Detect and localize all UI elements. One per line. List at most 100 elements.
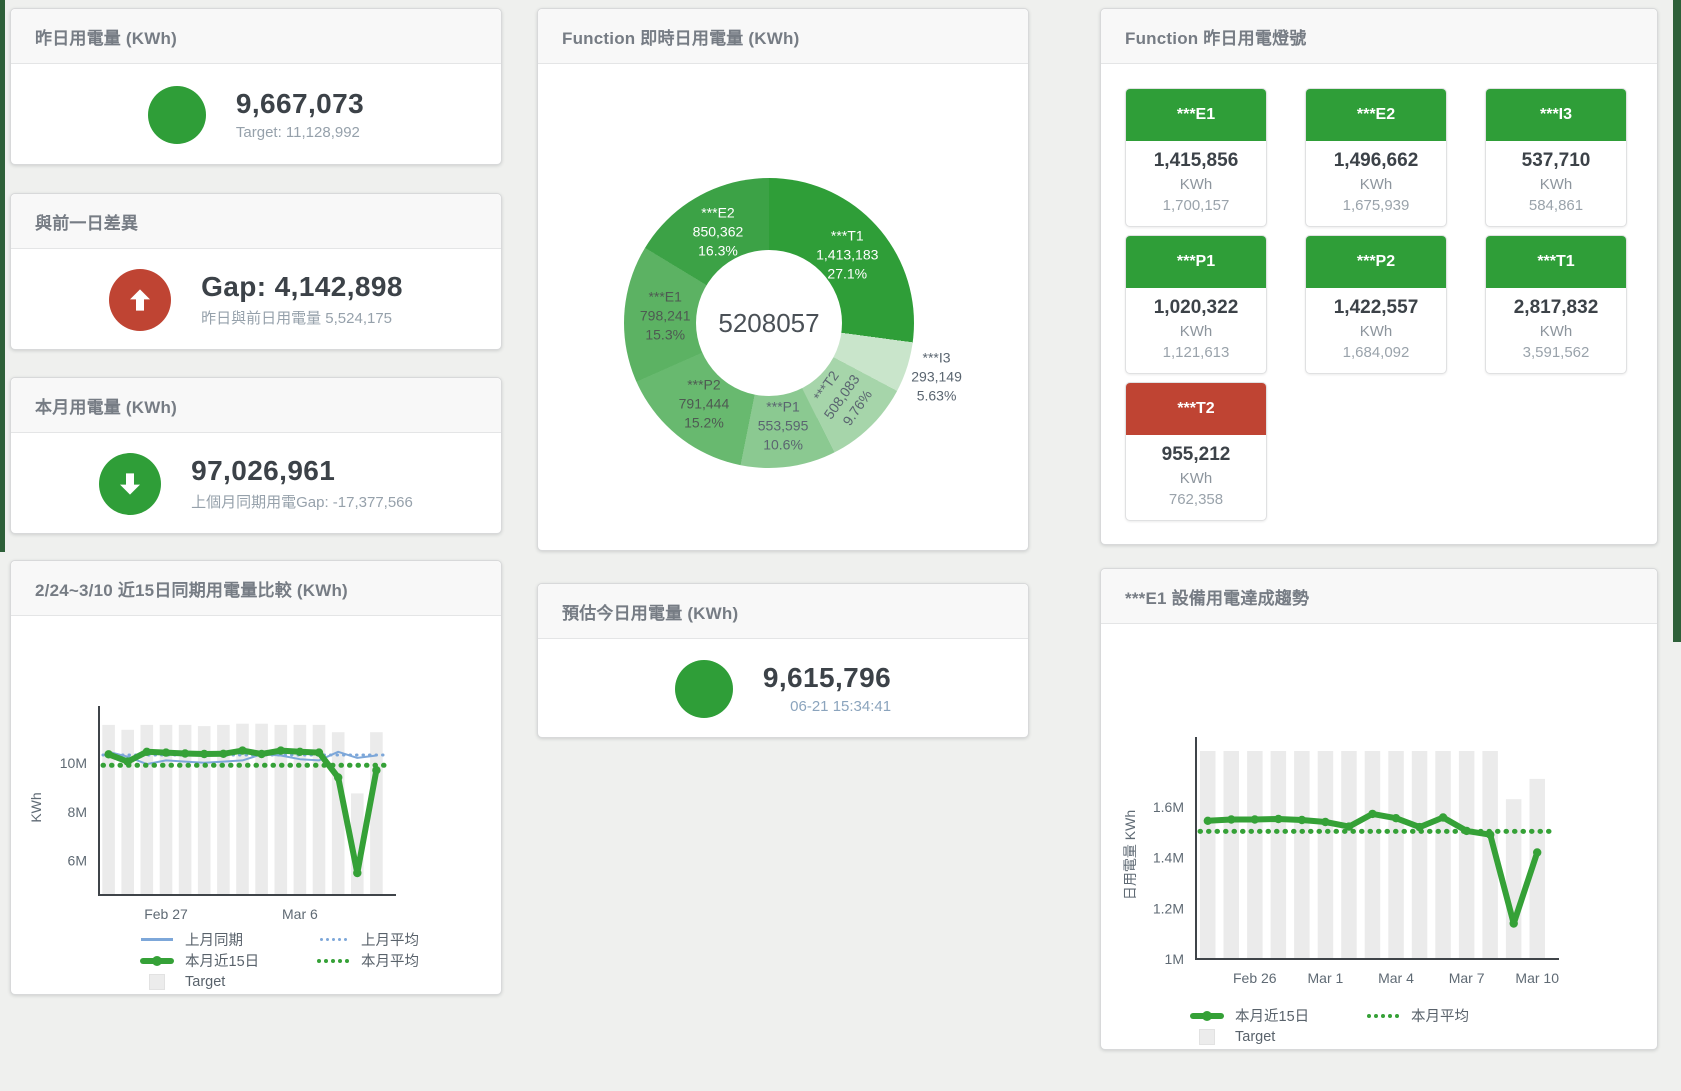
panel-status-lights: Function 昨日用電燈號 ***E1 1,415,856 KWh 1,700,1… (1100, 8, 1658, 545)
legend-item[interactable]: 本月平均 (1363, 1005, 1539, 1026)
svg-text:10M: 10M (60, 755, 87, 771)
tile-value: 2,817,832 (1490, 297, 1622, 319)
panel-realtime-donut: Function 即時日用電量 (KWh) 5208057 ***T11,413… (537, 8, 1029, 551)
left-edge-strip (0, 0, 5, 552)
tile-t1: ***T12,817,832KWh3,591,562 (1485, 235, 1627, 374)
svg-text:8M: 8M (68, 804, 87, 820)
tile-label: ***T1 (1486, 236, 1626, 288)
tile-value: 955,212 (1130, 444, 1262, 466)
panel-header: Function 即時日用電量 (KWh) (538, 9, 1028, 64)
status-tiles-grid: ***E1 1,415,856 KWh 1,700,157 ***E2 1,496,662… (1101, 64, 1657, 545)
svg-text:Mar 1: Mar 1 (1308, 970, 1344, 986)
status-circle-icon (675, 660, 733, 718)
legend-item[interactable]: 本月近15日 (137, 950, 313, 971)
panel-yesterday-usage: 昨日用電量 (KWh) 9,667,073 Target: 11,128,992 (10, 8, 502, 165)
tile-e1: ***E1 1,415,856 KWh 1,700,157 (1125, 88, 1267, 227)
tile-value: 1,020,322 (1130, 297, 1262, 319)
panel-month-usage: 本月用電量 (KWh) 97,026,961 上個月同期用電Gap: -17,3… (10, 377, 502, 534)
arrow-down-icon (99, 453, 161, 515)
panel-header: 預估今日用電量 (KWh) (538, 584, 1028, 639)
svg-text:Mar 7: Mar 7 (1449, 970, 1485, 986)
svg-text:日用電量 KWh: 日用電量 KWh (1122, 810, 1138, 900)
stat-subtitle: 昨日與前日用電量 5,524,175 (201, 307, 403, 328)
tile-label: ***P2 (1306, 236, 1446, 288)
legend-item[interactable]: 上月平均 (313, 929, 489, 950)
panel-header: 與前一日差異 (11, 194, 501, 249)
arrow-up-icon (109, 269, 171, 331)
panel-header: 本月用電量 (KWh) (11, 378, 501, 433)
tile-p2: ***P2 1,422,557 KWh 1,684,092 (1305, 235, 1447, 374)
tile-unit: KWh (1310, 176, 1442, 193)
donut-chart: 5208057 ***T11,413,18327.1%***I3293,1495… (624, 178, 914, 468)
stat-timestamp: 06-21 15:34:41 (763, 698, 891, 715)
legend-item[interactable]: 本月平均 (313, 950, 489, 971)
svg-text:6M: 6M (68, 853, 87, 869)
compare-chart-legend: 上月同期上月平均本月近15日本月平均Target (137, 929, 489, 992)
donut-center-total: 5208057 (718, 308, 819, 339)
panel-title: 本月用電量 (KWh) (35, 393, 177, 418)
tile-unit: KWh (1310, 323, 1442, 340)
panel-title: 預估今日用電量 (KWh) (562, 599, 738, 624)
stat-value: 9,667,073 (236, 88, 364, 120)
panel-e1-trend: ***E1 設備用電達成趨勢 1M1.2M1.4M1.6MFeb 26Mar 1… (1100, 568, 1658, 1050)
svg-text:Feb 27: Feb 27 (144, 906, 188, 922)
panel-header: ***E1 設備用電達成趨勢 (1101, 569, 1657, 624)
panel-title: ***E1 設備用電達成趨勢 (1125, 584, 1309, 609)
panel-day-gap: 與前一日差異 Gap: 4,142,898 昨日與前日用電量 5,524,175 (10, 193, 502, 350)
tile-target: 1,700,157 (1130, 197, 1262, 214)
tile-p1: ***P1 1,020,322 KWh 1,121,613 (1125, 235, 1267, 374)
tile-value: 1,422,557 (1310, 297, 1442, 319)
donut-slice-label: ***E2850,36216.3% (693, 204, 744, 261)
donut-slice-label: ***P2791,44415.2% (679, 376, 730, 433)
tile-unit: KWh (1130, 176, 1262, 193)
svg-text:Mar 4: Mar 4 (1378, 970, 1414, 986)
tile-target: 584,861 (1490, 197, 1622, 214)
right-edge-strip (1673, 0, 1681, 642)
tile-target: 762,358 (1130, 491, 1262, 508)
panel-header: Function 昨日用電燈號 (1101, 9, 1657, 64)
panel-title: Function 昨日用電燈號 (1125, 24, 1306, 49)
status-circle-icon (148, 86, 206, 144)
e1-trend-legend: 本月近15日本月平均Target (1187, 1005, 1539, 1047)
stat-value: Gap: 4,142,898 (201, 271, 403, 303)
tile-label: ***E1 (1126, 89, 1266, 141)
stat-value: 97,026,961 (191, 455, 413, 487)
stat-subtitle: Target: 11,128,992 (236, 124, 364, 141)
tile-label: ***E2 (1306, 89, 1446, 141)
legend-item[interactable]: Target (1187, 1026, 1363, 1047)
tile-unit: KWh (1130, 323, 1262, 340)
tile-value: 1,415,856 (1130, 150, 1262, 172)
svg-text:1.4M: 1.4M (1153, 850, 1184, 866)
svg-text:1.6M: 1.6M (1153, 799, 1184, 815)
svg-text:Mar 10: Mar 10 (1515, 970, 1559, 986)
tile-target: 1,121,613 (1130, 344, 1262, 361)
panel-header: 2/24~3/10 近15日同期用電量比較 (KWh) (11, 561, 501, 616)
stat-subtitle: 上個月同期用電Gap: -17,377,566 (191, 491, 413, 512)
tile-target: 3,591,562 (1490, 344, 1622, 361)
tile-e2: ***E2 1,496,662 KWh 1,675,939 (1305, 88, 1447, 227)
tile-unit: KWh (1490, 176, 1622, 193)
e1-trend-chart: 1M1.2M1.4M1.6MFeb 26Mar 1Mar 4Mar 7Mar 1… (1101, 623, 1657, 1006)
donut-slice-label: ***P1553,59510.6% (758, 398, 809, 455)
panel-compare-chart: 2/24~3/10 近15日同期用電量比較 (KWh) 6M 8M 10M Feb 2… (10, 560, 502, 995)
donut-slice-label: ***I3293,1495.63% (911, 348, 962, 405)
tile-label: ***P1 (1126, 236, 1266, 288)
legend-item[interactable]: 本月近15日 (1187, 1005, 1363, 1026)
tile-value: 1,496,662 (1310, 150, 1442, 172)
tile-target: 1,675,939 (1310, 197, 1442, 214)
panel-title: Function 即時日用電量 (KWh) (562, 24, 799, 49)
panel-estimate-today: 預估今日用電量 (KWh) 9,615,796 06-21 15:34:41 (537, 583, 1029, 738)
tile-target: 1,684,092 (1310, 344, 1442, 361)
legend-item[interactable]: Target (137, 971, 313, 992)
svg-text:KWh: KWh (28, 792, 44, 822)
tile-value: 537,710 (1490, 150, 1622, 172)
tile-t2: ***T2955,212KWh762,358 (1125, 382, 1267, 521)
dashboard: 昨日用電量 (KWh) 9,667,073 Target: 11,128,992… (0, 0, 1681, 1091)
panel-header: 昨日用電量 (KWh) (11, 9, 501, 64)
legend-item[interactable]: 上月同期 (137, 929, 313, 950)
svg-text:Mar 6: Mar 6 (282, 906, 318, 922)
panel-title: 昨日用電量 (KWh) (35, 24, 177, 49)
tile-label: ***I3 (1486, 89, 1626, 141)
tile-label: ***T2 (1126, 383, 1266, 435)
donut-slice-label: ***T11,413,18327.1% (816, 226, 878, 283)
